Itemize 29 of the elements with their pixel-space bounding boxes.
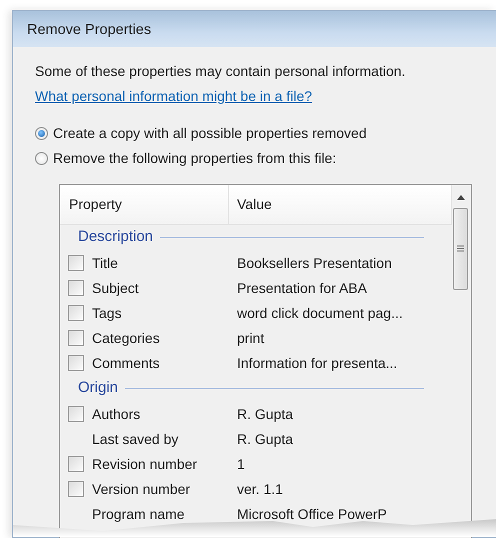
- property-name: Categories: [92, 328, 161, 348]
- property-name: Authors: [92, 404, 142, 424]
- property-name: Title: [92, 254, 119, 272]
- window-title: Remove Properties: [13, 11, 496, 47]
- property-value: word click document pag...: [237, 304, 403, 323]
- property-value: Microsoft Office PowerP: [237, 504, 387, 524]
- property-value: ver. 1.1: [237, 480, 283, 498]
- intro-text: Some of these properties may contain personal information.: [35, 62, 406, 81]
- property-name: Revision number: [92, 454, 198, 474]
- property-value: Booksellers Presentation: [237, 254, 392, 272]
- radio-option[interactable]: Remove the following properties from this file:: [35, 146, 496, 170]
- property-value: print: [237, 328, 264, 348]
- property-value: Presentation for ABA: [237, 278, 367, 298]
- property-name: Version number: [92, 480, 192, 498]
- property-value: 1: [237, 454, 245, 474]
- property-name: Comments: [92, 354, 161, 372]
- property-name: Subject: [92, 278, 140, 298]
- property-name: Tags: [92, 304, 123, 323]
- property-value: R. Gupta: [237, 430, 294, 449]
- group-heading: Description: [78, 227, 154, 248]
- property-name: Program name: [92, 504, 186, 524]
- radio-option[interactable]: Create a copy with all possible properties removed: [35, 120, 496, 146]
- column-header[interactable]: Property: [60, 184, 229, 224]
- column-header[interactable]: Value: [229, 184, 452, 224]
- property-value: Information for presenta...: [237, 354, 398, 373]
- group-heading: Origin: [78, 378, 118, 398]
- help-link[interactable]: What personal information might be in a file?: [35, 88, 312, 104]
- property-name: Last saved by: [92, 430, 180, 449]
- property-value: R. Gupta: [237, 404, 294, 424]
